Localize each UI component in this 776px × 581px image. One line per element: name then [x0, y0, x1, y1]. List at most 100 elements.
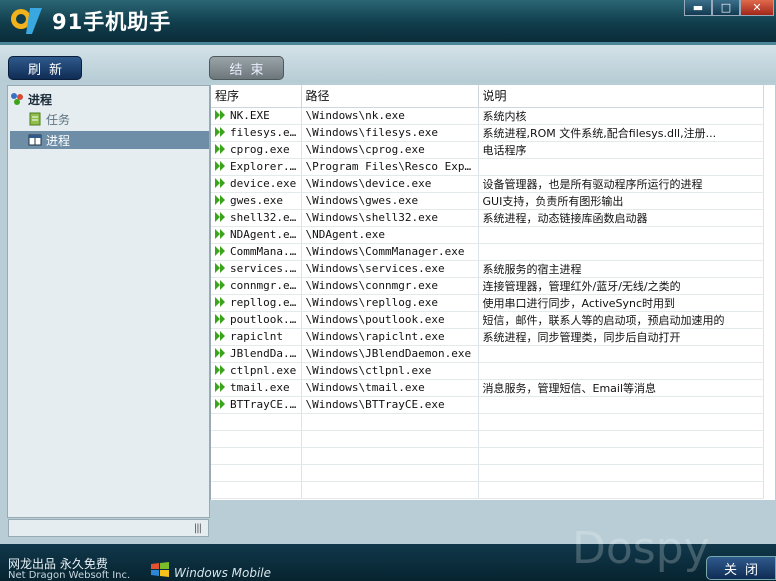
- cell-program: JBlendDa...: [211, 345, 302, 363]
- cell-program: device.exe: [211, 175, 302, 193]
- table-row[interactable]: ctlpnl.exe \Windows\ctlpnl.exe: [211, 362, 764, 380]
- cell-path: \Windows\filesys.exe: [301, 124, 479, 142]
- cell-description: 短信，邮件，联系人等的启动项，预启动加速用的: [478, 311, 764, 329]
- table-row[interactable]: repllog.exe \Windows\repllog.exe 使用串口进行同步，…: [211, 294, 764, 312]
- play-arrow-icon: [215, 110, 225, 120]
- cell-path: \Windows\shell32.exe: [301, 209, 479, 227]
- tree-root-label: 进程: [28, 92, 53, 107]
- table-row[interactable]: Explorer... \Program Files\Resco Exp...: [211, 158, 764, 176]
- sidebar-item-label: 进程: [46, 133, 71, 148]
- column-header-path[interactable]: 路径: [301, 85, 479, 108]
- table-row[interactable]: services... \Windows\services.exe 系统服务的宿主进…: [211, 260, 764, 278]
- app-logo-icon: [11, 8, 42, 34]
- empty-cell: [478, 464, 764, 482]
- cell-description: [478, 362, 764, 380]
- cell-path: \Windows\cprog.exe: [301, 141, 479, 159]
- cell-description: 连接管理器，管理红外/蓝牙/无线/之类的: [478, 277, 764, 295]
- cell-path: \Windows\device.exe: [301, 175, 479, 193]
- cell-description: 系统进程,ROM 文件系统,配合filesys.dll,注册...: [478, 124, 764, 142]
- app-title: 91手机助手: [52, 10, 172, 34]
- table-row[interactable]: CommMana... \Windows\CommManager.exe: [211, 243, 764, 261]
- close-button[interactable]: 关闭: [706, 556, 776, 580]
- process-table: 程序 路径 说明 NK.EXE \Windows\nk.exe 系统内核 filesy…: [211, 85, 764, 499]
- tree-root-process[interactable]: 进程: [10, 90, 52, 108]
- program-name: NK.EXE: [230, 109, 270, 122]
- empty-cell: [301, 464, 479, 482]
- watermark: Dospy: [572, 523, 710, 574]
- end-process-button[interactable]: 结束: [209, 56, 284, 80]
- empty-cell: [301, 481, 479, 499]
- sidebar-scrollbar[interactable]: |||: [8, 519, 209, 537]
- cell-description: 系统进程，动态链接库函数启动器: [478, 209, 764, 227]
- window-controls: ▬ □ ✕: [684, 0, 774, 16]
- cell-path: \Windows\JBlendDaemon.exe: [301, 345, 479, 363]
- table-row[interactable]: cprog.exe \Windows\cprog.exe 电话程序: [211, 141, 764, 159]
- table-row[interactable]: tmail.exe \Windows\tmail.exe 消息服务，管理短信、Ema…: [211, 379, 764, 397]
- sidebar-item-tasks[interactable]: 任务: [10, 110, 209, 128]
- sidebar-item-label: 任务: [46, 112, 71, 127]
- cell-program: shell32.exe: [211, 209, 302, 227]
- brand-english: Net Dragon Websoft Inc.: [8, 570, 131, 581]
- close-window-button[interactable]: ✕: [740, 0, 774, 16]
- empty-cell: [301, 430, 479, 448]
- table-row[interactable]: poutlook... \Windows\poutlook.exe 短信，邮件，联系…: [211, 311, 764, 329]
- cell-program: tmail.exe: [211, 379, 302, 397]
- sidebar-item-process[interactable]: 进程: [10, 131, 209, 149]
- windows-logo-icon: [151, 562, 169, 577]
- program-name: poutlook...: [230, 313, 301, 326]
- play-arrow-icon: [215, 314, 225, 324]
- table-row[interactable]: shell32.exe \Windows\shell32.exe 系统进程，动态链接…: [211, 209, 764, 227]
- program-name: NDAgent.exe: [230, 228, 301, 241]
- refresh-button[interactable]: 刷新: [8, 56, 82, 80]
- cell-description: 使用串口进行同步，ActiveSync时用到: [478, 294, 764, 312]
- cell-description: [478, 158, 764, 176]
- empty-row: [211, 481, 764, 499]
- play-arrow-icon: [215, 365, 225, 375]
- program-name: shell32.exe: [230, 211, 301, 224]
- program-name: services...: [230, 262, 301, 275]
- table-row[interactable]: device.exe \Windows\device.exe 设备管理器，也是所有驱…: [211, 175, 764, 193]
- empty-cell: [211, 464, 302, 482]
- minimize-button[interactable]: ▬: [684, 0, 712, 16]
- cell-program: poutlook...: [211, 311, 302, 329]
- cell-program: NK.EXE: [211, 107, 302, 125]
- empty-row: [211, 413, 764, 431]
- cell-path: \Windows\repllog.exe: [301, 294, 479, 312]
- table-row[interactable]: NDAgent.exe \NDAgent.exe: [211, 226, 764, 244]
- cell-path: \Windows\connmgr.exe: [301, 277, 479, 295]
- empty-cell: [478, 430, 764, 448]
- table-row[interactable]: JBlendDa... \Windows\JBlendDaemon.exe: [211, 345, 764, 363]
- cell-program: ctlpnl.exe: [211, 362, 302, 380]
- cell-program: repllog.exe: [211, 294, 302, 312]
- program-name: Explorer...: [230, 160, 301, 173]
- column-header-description[interactable]: 说明: [478, 85, 764, 108]
- table-row[interactable]: NK.EXE \Windows\nk.exe 系统内核: [211, 107, 764, 125]
- process-table-pane: 程序 路径 说明 NK.EXE \Windows\nk.exe 系统内核 filesy…: [210, 85, 775, 500]
- play-arrow-icon: [215, 195, 225, 205]
- cell-description: 系统内核: [478, 107, 764, 125]
- table-row[interactable]: rapiclnt \Windows\rapiclnt.exe 系统进程，同步管理类，…: [211, 328, 764, 346]
- cell-path: \Windows\BTTrayCE.exe: [301, 396, 479, 414]
- program-name: repllog.exe: [230, 296, 301, 309]
- column-header-program[interactable]: 程序: [211, 85, 302, 108]
- cell-program: NDAgent.exe: [211, 226, 302, 244]
- cell-program: rapiclnt: [211, 328, 302, 346]
- table-row[interactable]: gwes.exe \Windows\gwes.exe GUI支持，负责所有图形输出: [211, 192, 764, 210]
- table-row[interactable]: connmgr.exe \Windows\connmgr.exe 连接管理器，管理红…: [211, 277, 764, 295]
- program-name: rapiclnt: [230, 330, 283, 343]
- play-arrow-icon: [215, 382, 225, 392]
- play-arrow-icon: [215, 331, 225, 341]
- empty-cell: [478, 413, 764, 431]
- play-arrow-icon: [215, 280, 225, 290]
- scroll-grip-icon: |||: [193, 523, 202, 534]
- table-row[interactable]: filesys.exe \Windows\filesys.exe 系统进程,ROM …: [211, 124, 764, 142]
- task-list-icon: [29, 112, 41, 126]
- empty-cell: [301, 447, 479, 465]
- cell-description: 电话程序: [478, 141, 764, 159]
- table-row[interactable]: BTTrayCE... \Windows\BTTrayCE.exe: [211, 396, 764, 414]
- maximize-button[interactable]: □: [712, 0, 740, 16]
- sidebar-tree: 进程 任务 进程: [7, 85, 210, 518]
- cell-program: CommMana...: [211, 243, 302, 261]
- windows-mobile-label: Windows Mobile: [174, 566, 272, 580]
- cell-description: [478, 226, 764, 244]
